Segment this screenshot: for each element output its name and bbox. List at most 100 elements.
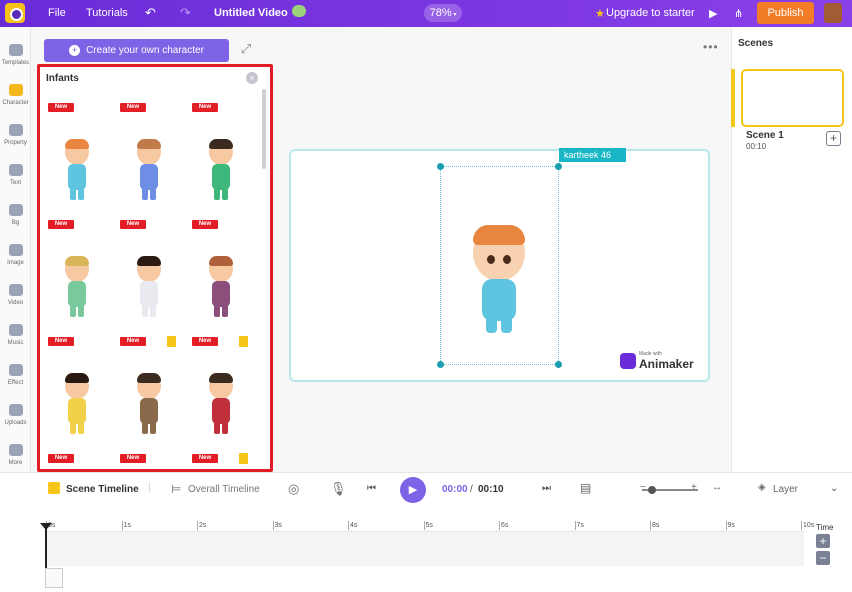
preview-icon[interactable]: ▶	[709, 7, 717, 20]
rail-label: Music	[7, 340, 24, 346]
character-card[interactable]: New	[118, 452, 180, 469]
ruler-tick: 8s	[650, 521, 660, 530]
ruler-tick: 2s	[197, 521, 207, 530]
thumbnail-hair	[137, 256, 161, 266]
thumbnail-body	[212, 398, 230, 424]
character-card[interactable]: New	[190, 218, 252, 330]
file-menu[interactable]: File	[48, 7, 66, 19]
scene-name[interactable]: Scene 1	[746, 130, 784, 141]
scenes-title: Scenes	[738, 38, 774, 49]
time-zoom-in-button[interactable]: +	[816, 534, 830, 548]
rail-music[interactable]: Music	[0, 324, 31, 346]
character-card[interactable]: New	[118, 218, 180, 330]
thumbnail-hair	[65, 256, 89, 266]
infant-character[interactable]	[470, 225, 528, 335]
overall-timeline-icon: ⊨	[171, 482, 182, 496]
rail-more[interactable]: More	[0, 444, 31, 466]
rail-image[interactable]: Image	[0, 244, 31, 266]
character-track-thumbnail[interactable]	[45, 568, 63, 588]
ruler-tick: 10s	[801, 521, 815, 530]
expand-icon[interactable]: ⤢	[236, 41, 256, 61]
share-icon[interactable]: ⋔	[734, 7, 743, 20]
skip-back-icon[interactable]: ⏮	[367, 483, 376, 494]
time-zoom-out-button[interactable]: −	[816, 551, 830, 565]
character-card[interactable]: New	[46, 452, 108, 469]
layer-dropdown[interactable]: Layer	[773, 484, 798, 495]
thumbnail-leg2	[222, 305, 228, 317]
scene-timeline-tab[interactable]: Scene Timeline	[66, 484, 139, 495]
skip-forward-icon[interactable]: ⏭	[542, 483, 551, 494]
character-card[interactable]: New	[46, 218, 108, 330]
thumbnail-hair	[209, 256, 233, 266]
character-card[interactable]: New	[190, 452, 252, 469]
rail-effect[interactable]: Effect	[0, 364, 31, 386]
video-title[interactable]: Untitled Video	[214, 7, 288, 19]
thumbnail-leg1	[70, 188, 76, 200]
upgrade-link[interactable]: Upgrade to starter	[606, 7, 695, 19]
add-scene-button[interactable]: +	[826, 131, 841, 146]
resize-handle[interactable]	[437, 361, 444, 368]
playhead[interactable]	[45, 524, 47, 568]
rail-bg[interactable]: Bg	[0, 204, 31, 226]
character-card[interactable]: New	[46, 101, 108, 213]
time-ruler[interactable]: 0s 1s 2s 3s 4s 5s 6s 7s 8s 9s 10s	[46, 521, 814, 532]
thumbnail-leg1	[214, 422, 220, 434]
fit-width-icon[interactable]: ↔	[712, 482, 722, 493]
rail-video[interactable]: Video	[0, 284, 31, 306]
character-card[interactable]: New	[190, 335, 252, 447]
thumbnail-hair	[137, 373, 161, 383]
top-bar: File Tutorials ↶ ↷ Untitled Video 78% ▾ …	[0, 0, 852, 27]
rail-label: Text	[9, 180, 21, 186]
close-icon[interactable]: ×	[246, 72, 258, 84]
ruler-tick: 5s	[423, 521, 433, 530]
more-options-icon[interactable]: •••	[703, 40, 719, 54]
slider-knob[interactable]	[648, 486, 656, 494]
create-character-button[interactable]: + Create your own character	[44, 39, 229, 62]
undo-icon[interactable]: ↶	[145, 5, 156, 21]
zoom-dropdown[interactable]: 78% ▾	[424, 4, 462, 22]
redo-icon[interactable]: ↷	[180, 5, 191, 21]
thumbnail-leg2	[150, 305, 156, 317]
scene-thumbnail[interactable]	[741, 69, 844, 127]
play-button[interactable]: ▶	[400, 477, 426, 503]
character-library-panel: Infants × New New New New New New New New New New…	[37, 64, 273, 472]
rail-templates[interactable]: Templates	[0, 44, 31, 66]
character-card[interactable]: New	[46, 335, 108, 447]
rail-label: Property	[4, 140, 27, 146]
uploads-icon	[8, 404, 23, 416]
resize-handle[interactable]	[555, 163, 562, 170]
overall-timeline-tab[interactable]: Overall Timeline	[188, 484, 260, 495]
animaker-logo[interactable]	[5, 3, 25, 23]
effect-icon	[8, 364, 23, 376]
rail-label: Character	[2, 100, 29, 106]
tutorials-menu[interactable]: Tutorials	[86, 7, 128, 19]
panel-scrollbar[interactable]	[262, 89, 266, 169]
character-card[interactable]: New	[190, 101, 252, 213]
thumbnail-hair	[65, 139, 89, 149]
character-card[interactable]: New	[118, 101, 180, 213]
subtitle-icon[interactable]: ▤	[580, 481, 591, 495]
resize-handle[interactable]	[437, 163, 444, 170]
zoom-out-icon[interactable]: −	[640, 482, 646, 493]
rail-label: Bg	[11, 220, 20, 226]
left-toolbar: Templates Character Property Text Bg Image Vid…	[0, 27, 31, 472]
collapse-timeline-icon[interactable]: ⌄	[830, 483, 838, 494]
resize-handle[interactable]	[555, 361, 562, 368]
premium-badge-icon	[239, 336, 248, 347]
rail-property[interactable]: Property	[0, 124, 31, 146]
rail-uploads[interactable]: Uploads	[0, 404, 31, 426]
camera-icon[interactable]: ◎	[288, 481, 299, 497]
timeline-track[interactable]	[46, 532, 804, 566]
rail-text[interactable]: Text	[0, 164, 31, 186]
new-badge: New	[120, 454, 146, 463]
user-avatar[interactable]	[824, 3, 842, 23]
publish-button[interactable]: Publish	[757, 2, 814, 24]
character-card[interactable]: New	[118, 335, 180, 447]
microphone-icon[interactable]: 🎙	[330, 481, 347, 497]
zoom-in-icon[interactable]: +	[691, 482, 697, 493]
new-badge: New	[48, 454, 74, 463]
thumbnail-leg2	[78, 188, 84, 200]
rail-character[interactable]: Character	[0, 84, 31, 106]
watermark-brand-text: Animaker	[639, 357, 694, 371]
background-icon	[8, 204, 23, 216]
